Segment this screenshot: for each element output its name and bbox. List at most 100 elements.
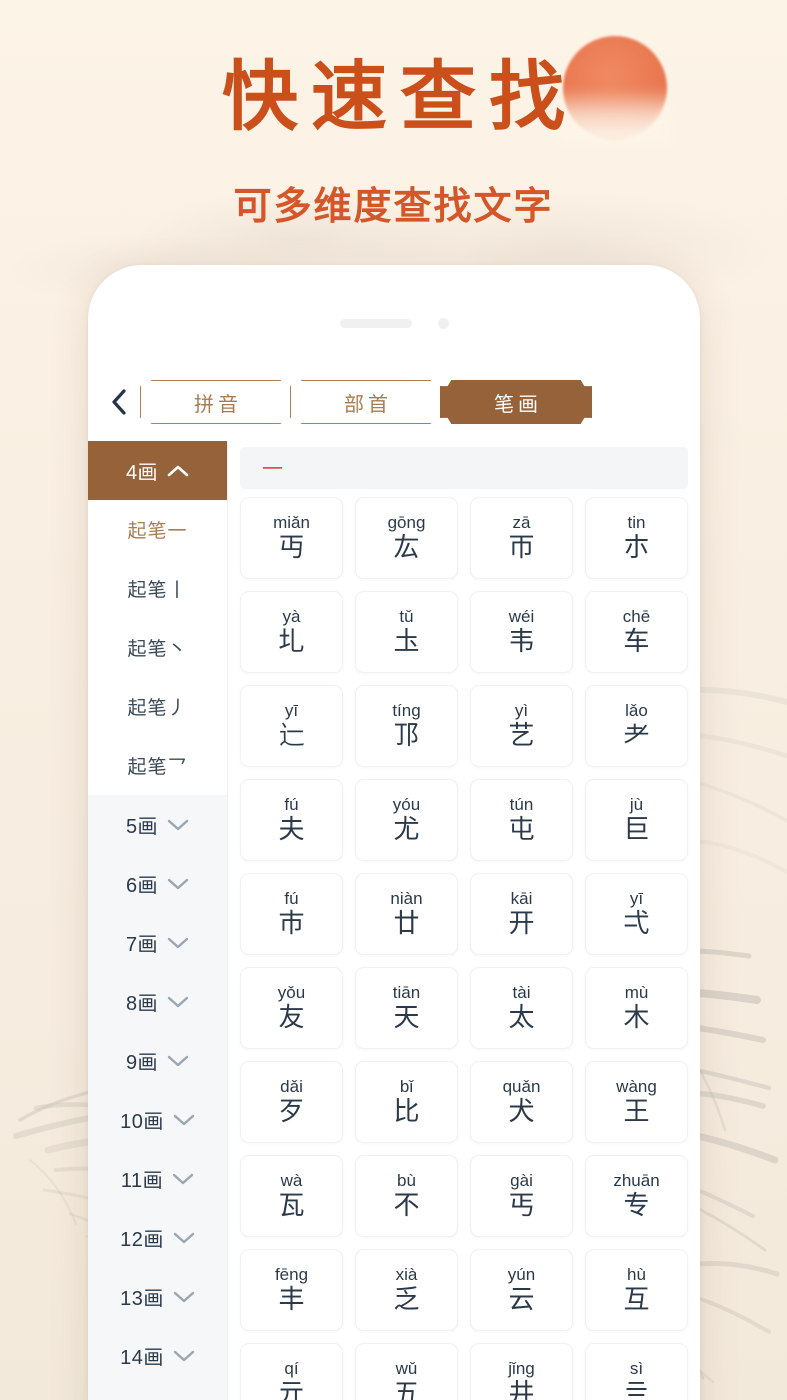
character-cell[interactable]: dǎi 歹	[240, 1061, 343, 1143]
character-cell[interactable]: bù 不	[355, 1155, 458, 1237]
character-glyph: 丏	[278, 532, 305, 563]
character-cell[interactable]: quǎn 犬	[470, 1061, 573, 1143]
character-cell[interactable]: tiān 天	[355, 967, 458, 1049]
character-cell[interactable]: sì 亖	[585, 1343, 688, 1400]
sidebar-group-label: 8画	[125, 993, 159, 1015]
character-grid-panel: 一 miǎn 丏 gōng 厷 zā 帀 tin 朩 yà 圠 tǔ 圡 wéi 韦 chē 车 yī 辷 tíng…	[228, 441, 700, 1400]
phone-earpiece-row	[88, 311, 700, 335]
character-cell[interactable]: gōng 厷	[355, 497, 458, 579]
character-cell[interactable]: jù 巨	[585, 779, 688, 861]
character-glyph: 太	[508, 1002, 535, 1033]
chevron-down-icon	[173, 1290, 195, 1304]
character-pinyin: niàn	[390, 888, 423, 908]
character-glyph: 五	[393, 1378, 420, 1400]
section-header: 一	[240, 447, 688, 489]
character-cell[interactable]: niàn 廿	[355, 873, 458, 955]
character-glyph: 亖	[623, 1378, 650, 1400]
character-glyph: 比	[393, 1096, 420, 1127]
character-cell[interactable]: kāi 开	[470, 873, 573, 955]
sidebar-group-8hua[interactable]: 8画	[88, 972, 227, 1031]
character-cell[interactable]: tǔ 圡	[355, 591, 458, 673]
character-glyph: 韦	[508, 626, 535, 657]
character-cell[interactable]: zā 帀	[470, 497, 573, 579]
character-cell[interactable]: yī 弌	[585, 873, 688, 955]
character-cell[interactable]: wéi 韦	[470, 591, 573, 673]
character-cell[interactable]: tài 太	[470, 967, 573, 1049]
character-glyph: 朩	[623, 532, 650, 563]
sidebar-group-10hua[interactable]: 10画	[88, 1090, 227, 1149]
sidebar-group-5hua[interactable]: 5画	[88, 795, 227, 854]
chevron-down-icon	[167, 877, 189, 891]
stroke-count-sidebar[interactable]: 4画 起笔一 起笔丨 起笔丶 起笔丿 起笔乛 5画 6画 7画 8画 9画 10…	[88, 441, 228, 1400]
character-cell[interactable]: yà 圠	[240, 591, 343, 673]
character-pinyin: tiān	[392, 982, 421, 1002]
character-cell[interactable]: zhuān 专	[585, 1155, 688, 1237]
character-cell[interactable]: hù 互	[585, 1249, 688, 1331]
character-cell[interactable]: miǎn 丏	[240, 497, 343, 579]
sidebar-group-9hua[interactable]: 9画	[88, 1031, 227, 1090]
character-cell[interactable]: yǒu 友	[240, 967, 343, 1049]
character-pinyin: wǔ	[395, 1358, 418, 1378]
character-glyph: 弌	[623, 908, 650, 939]
character-glyph: 丐	[508, 1190, 535, 1221]
character-cell[interactable]: qí 亓	[240, 1343, 343, 1400]
sidebar-group-13hua[interactable]: 13画	[88, 1267, 227, 1326]
chevron-down-icon	[173, 1113, 195, 1127]
character-glyph: 专	[623, 1190, 650, 1221]
character-cell[interactable]: lǎo 耂	[585, 685, 688, 767]
character-cell[interactable]: gài 丐	[470, 1155, 573, 1237]
sidebar-group-4hua[interactable]: 4画	[88, 441, 227, 500]
front-camera-icon	[437, 317, 449, 329]
character-glyph: 帀	[508, 532, 535, 563]
character-cell[interactable]: mù 木	[585, 967, 688, 1049]
sidebar-group-14hua[interactable]: 14画	[88, 1326, 227, 1385]
character-cell[interactable]: fú 巿	[240, 873, 343, 955]
sidebar-item-qibi-zhe[interactable]: 起笔乛	[88, 736, 227, 795]
chevron-down-icon	[173, 1349, 195, 1363]
character-cell[interactable]: tin 朩	[585, 497, 688, 579]
character-cell[interactable]: wǔ 五	[355, 1343, 458, 1400]
chevron-down-icon	[167, 936, 189, 950]
tab-radical[interactable]: 部首	[290, 380, 442, 424]
chevron-down-icon	[167, 1054, 189, 1068]
character-cell[interactable]: fú 夫	[240, 779, 343, 861]
tab-pinyin[interactable]: 拼音	[140, 380, 292, 424]
character-glyph: 邒	[393, 720, 420, 751]
character-cell[interactable]: jǐng 井	[470, 1343, 573, 1400]
character-cell[interactable]: yī 辷	[240, 685, 343, 767]
sidebar-item-qibi-dian[interactable]: 起笔丶	[88, 618, 227, 677]
character-pinyin: jǐng	[508, 1358, 535, 1378]
character-pinyin: hù	[627, 1264, 646, 1284]
character-glyph: 歹	[278, 1096, 305, 1127]
sidebar-group-11hua[interactable]: 11画	[88, 1149, 227, 1208]
character-cell[interactable]: xià 乏	[355, 1249, 458, 1331]
sidebar-group-12hua[interactable]: 12画	[88, 1208, 227, 1267]
search-mode-tabs: 拼音 部首 笔画	[140, 380, 592, 424]
character-pinyin: yà	[282, 606, 301, 626]
character-pinyin: quǎn	[502, 1076, 541, 1096]
page-subtitle: 可多维度查找文字	[233, 186, 554, 228]
chevron-down-icon	[167, 995, 189, 1009]
character-cell[interactable]: chē 车	[585, 591, 688, 673]
back-button[interactable]	[106, 388, 132, 416]
character-glyph: 瓦	[278, 1190, 305, 1221]
character-cell[interactable]: wà 瓦	[240, 1155, 343, 1237]
character-cell[interactable]: bǐ 比	[355, 1061, 458, 1143]
character-cell[interactable]: yì 艺	[470, 685, 573, 767]
character-grid: miǎn 丏 gōng 厷 zā 帀 tin 朩 yà 圠 tǔ 圡 wéi 韦 chē 车 yī 辷 tíng 邒 y…	[240, 497, 688, 1400]
sidebar-item-qibi-shu[interactable]: 起笔丨	[88, 559, 227, 618]
character-pinyin: yī	[284, 700, 299, 720]
character-cell[interactable]: wàng 王	[585, 1061, 688, 1143]
character-cell[interactable]: fēng 丰	[240, 1249, 343, 1331]
sidebar-group-6hua[interactable]: 6画	[88, 854, 227, 913]
character-cell[interactable]: yóu 尤	[355, 779, 458, 861]
character-cell[interactable]: tíng 邒	[355, 685, 458, 767]
character-cell[interactable]: yún 云	[470, 1249, 573, 1331]
sidebar-item-qibi-pie[interactable]: 起笔丿	[88, 677, 227, 736]
sidebar-group-label: 9画	[125, 1052, 159, 1074]
character-cell[interactable]: tún 屯	[470, 779, 573, 861]
character-pinyin: mù	[624, 982, 649, 1002]
tab-strokes[interactable]: 笔画	[440, 380, 592, 424]
sidebar-group-7hua[interactable]: 7画	[88, 913, 227, 972]
sidebar-item-qibi-heng[interactable]: 起笔一	[88, 500, 227, 559]
